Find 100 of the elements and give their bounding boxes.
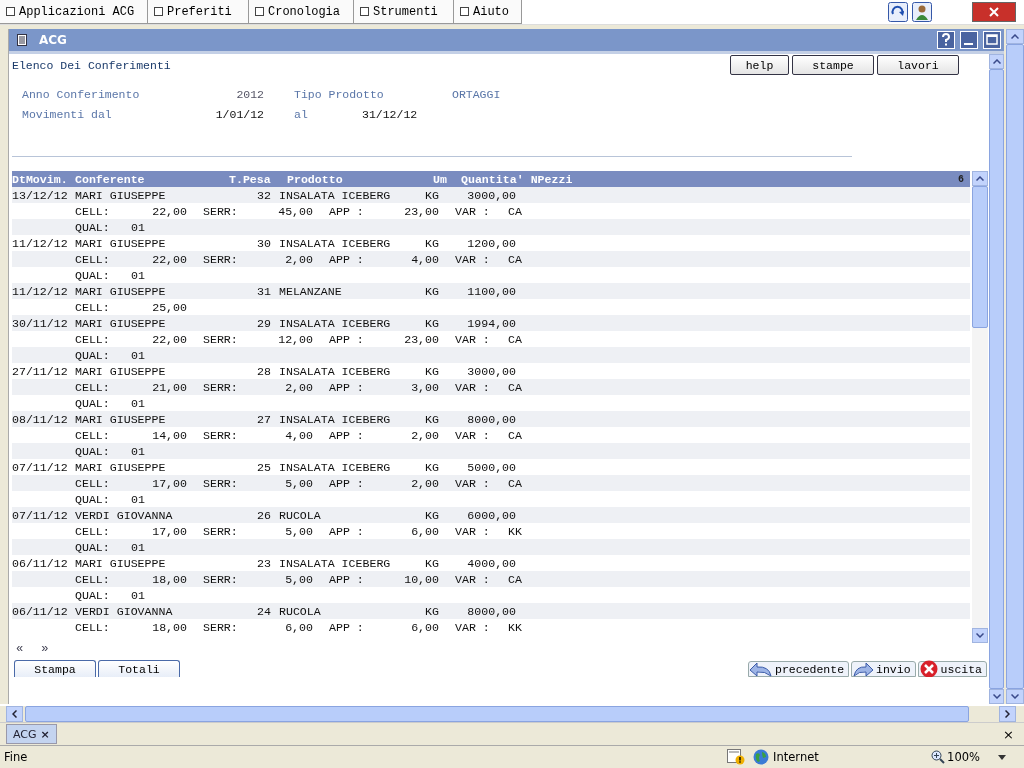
chevron-up-icon[interactable]: [1011, 34, 1019, 39]
column-header: Um: [432, 172, 447, 186]
toolbar-button[interactable]: stampe: [792, 55, 874, 75]
user-icon[interactable]: [912, 2, 932, 22]
field-label: CELL:: [75, 204, 111, 218]
table-cell-text: 13/12/12: [12, 188, 69, 202]
next-page-link[interactable]: »: [41, 643, 49, 657]
table-cell-text: CA: [507, 572, 522, 586]
table-cell-text: KG: [424, 364, 439, 378]
caret-icon[interactable]: [998, 754, 1006, 760]
table-cell-text: 25,00: [151, 300, 187, 314]
menu-item[interactable]: Applicazioni ACG: [0, 0, 148, 24]
chevron-left-icon[interactable]: [12, 710, 17, 718]
close-tab-button[interactable]: ×: [1003, 726, 1014, 742]
field-label: QUAL:: [75, 444, 111, 458]
table-cell-text: INSALATA ICEBERG: [279, 412, 392, 426]
scrollbar[interactable]: [989, 54, 1004, 704]
table-cell-text: 30/11/12: [12, 316, 69, 330]
field-label: CELL:: [75, 252, 111, 266]
table-cell-text: 26: [256, 508, 271, 522]
table-cell-text: 24: [256, 604, 271, 618]
table-cell-text: 2,00: [284, 380, 313, 394]
table-cell-text: CA: [507, 476, 522, 490]
menu-item[interactable]: Aiuto: [454, 0, 522, 24]
table-cell-text: 17,00: [151, 524, 187, 538]
table-cell-text: 4,00: [284, 428, 313, 442]
scrollbar[interactable]: [972, 171, 988, 643]
table-cell-text: 6,00: [410, 524, 439, 538]
help-icon[interactable]: [937, 31, 955, 49]
table-cell-text: 6,00: [410, 620, 439, 634]
menu-item[interactable]: Preferiti: [148, 0, 249, 24]
table-cell-text: 3,00: [410, 380, 439, 394]
field-label: VAR :: [455, 428, 491, 442]
field-label: APP :: [329, 620, 365, 634]
close-button[interactable]: [972, 2, 1016, 22]
menu-item[interactable]: Cronologia: [249, 0, 354, 24]
toolbar-button[interactable]: help: [730, 55, 789, 75]
table-cell-text: KG: [424, 236, 439, 250]
table-cell-text: 14,00: [151, 428, 187, 442]
table-cell-text: 8000,00: [466, 604, 516, 618]
table-cell-text: 18,00: [151, 572, 187, 586]
table-cell-text: KK: [507, 524, 522, 538]
field-label: QUAL:: [75, 220, 111, 234]
table-cell-text: 27: [256, 412, 271, 426]
table-cell-text: 5,00: [284, 572, 313, 586]
table-cell-text: RUCOLA: [279, 604, 322, 618]
table-cell-text: KG: [424, 604, 439, 618]
chevron-down-icon[interactable]: [1011, 694, 1019, 699]
action-button[interactable]: invio: [851, 661, 916, 677]
table-cell-text: 17,00: [151, 476, 187, 490]
table-cell-text: CA: [507, 380, 522, 394]
toolbar-button[interactable]: lavori: [877, 55, 959, 75]
table-cell: 01: [131, 220, 145, 234]
field-label: CELL:: [75, 572, 111, 586]
table-cell-text: 3000,00: [466, 364, 516, 378]
tab[interactable]: Stampa: [14, 660, 96, 677]
table-cell-text: 6,00: [284, 620, 313, 634]
chevron-down-icon[interactable]: [992, 694, 1001, 699]
document-icon: [17, 34, 27, 46]
previous-page-link[interactable]: «: [16, 643, 24, 657]
table-cell-text: KG: [424, 188, 439, 202]
zoom-control[interactable]: 100%: [931, 750, 980, 764]
field-label: APP :: [329, 204, 365, 218]
field-label: SERR:: [203, 380, 239, 394]
table-cell-text: CA: [507, 204, 522, 218]
chevron-right-icon[interactable]: [1005, 710, 1010, 718]
field-label: VAR :: [455, 572, 491, 586]
table-cell-text: VERDI GIOVANNA: [75, 508, 174, 522]
field-label: SERR:: [203, 620, 239, 634]
table-cell-text: 1994,00: [466, 316, 516, 330]
refresh-icon[interactable]: [888, 2, 908, 22]
chevron-down-icon[interactable]: [976, 633, 984, 638]
filter-label: al: [294, 107, 309, 121]
table-cell-text: 29: [256, 316, 271, 330]
row-count: 6: [958, 173, 964, 185]
document-tab[interactable]: ACG ×: [6, 724, 57, 744]
table-cell-text: 22,00: [151, 252, 187, 266]
table-cell-text: 1100,00: [466, 284, 516, 298]
table-cell-text: 22,00: [151, 204, 187, 218]
table-cell: 01: [131, 348, 145, 362]
column-header: T.Pesa: [229, 172, 272, 186]
horizontal-scrollbar[interactable]: [0, 706, 1024, 722]
field-label: APP :: [329, 380, 365, 394]
maximize-icon[interactable]: [983, 31, 1001, 49]
table-cell-text: MARI GIUSEPPE: [75, 556, 167, 570]
menu-item[interactable]: Strumenti: [354, 0, 454, 24]
chevron-up-icon[interactable]: [992, 59, 1001, 64]
action-button[interactable]: uscita: [917, 661, 987, 677]
table-cell-text: 23,00: [403, 204, 439, 218]
scrollbar[interactable]: [1006, 29, 1024, 704]
minimize-icon[interactable]: [960, 31, 978, 49]
table-cell: 01: [131, 396, 145, 410]
table-cell-text: KG: [424, 412, 439, 426]
field-label: QUAL:: [75, 492, 111, 506]
action-button[interactable]: precedente: [748, 661, 850, 677]
tab[interactable]: Totali: [98, 660, 180, 677]
table-cell-text: 5,00: [284, 476, 313, 490]
table-cell: 01: [131, 444, 145, 458]
chevron-up-icon[interactable]: [976, 176, 984, 181]
field-label: VAR :: [455, 332, 491, 346]
